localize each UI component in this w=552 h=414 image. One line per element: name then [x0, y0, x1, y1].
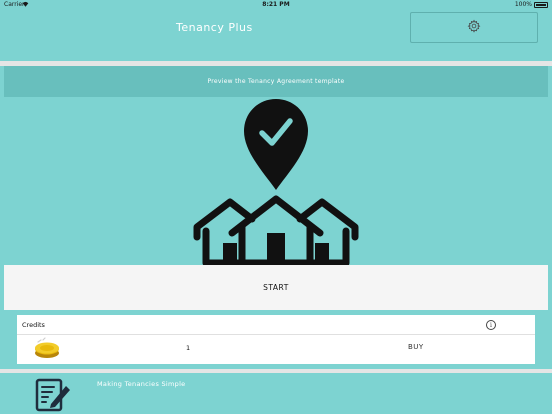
- buy-button[interactable]: BUY: [408, 343, 424, 351]
- credits-header: Credits i: [17, 315, 535, 335]
- hero-area: [4, 97, 548, 265]
- settings-button[interactable]: [410, 12, 538, 43]
- navigation-bar: Tenancy Plus: [0, 9, 552, 61]
- credit-count: 1: [186, 344, 191, 352]
- credits-label: Credits: [22, 321, 45, 329]
- tagline: Making Tenancies Simple: [97, 380, 186, 388]
- battery-icon: [534, 2, 548, 8]
- status-time: 8:21 PM: [262, 1, 290, 8]
- start-button[interactable]: START: [4, 265, 548, 310]
- credits-panel: Credits i 1 BUY: [17, 315, 535, 364]
- app-title: Tenancy Plus: [176, 21, 253, 34]
- main-card: Preview the Tenancy Agreement template S…: [4, 66, 548, 369]
- coin-icon: [34, 337, 60, 363]
- preview-template-button[interactable]: Preview the Tenancy Agreement template: [4, 66, 548, 97]
- info-icon[interactable]: i: [486, 320, 496, 330]
- footer: Making Tenancies Simple: [0, 373, 552, 414]
- battery-percent: 100%: [514, 1, 532, 8]
- credits-area: Credits i 1 BUY: [4, 310, 548, 369]
- houses-location-check-icon: [193, 99, 359, 265]
- gear-icon: [467, 18, 481, 37]
- document-pencil-icon: [34, 378, 72, 414]
- status-bar: Carrier 8:21 PM 100%: [0, 0, 552, 9]
